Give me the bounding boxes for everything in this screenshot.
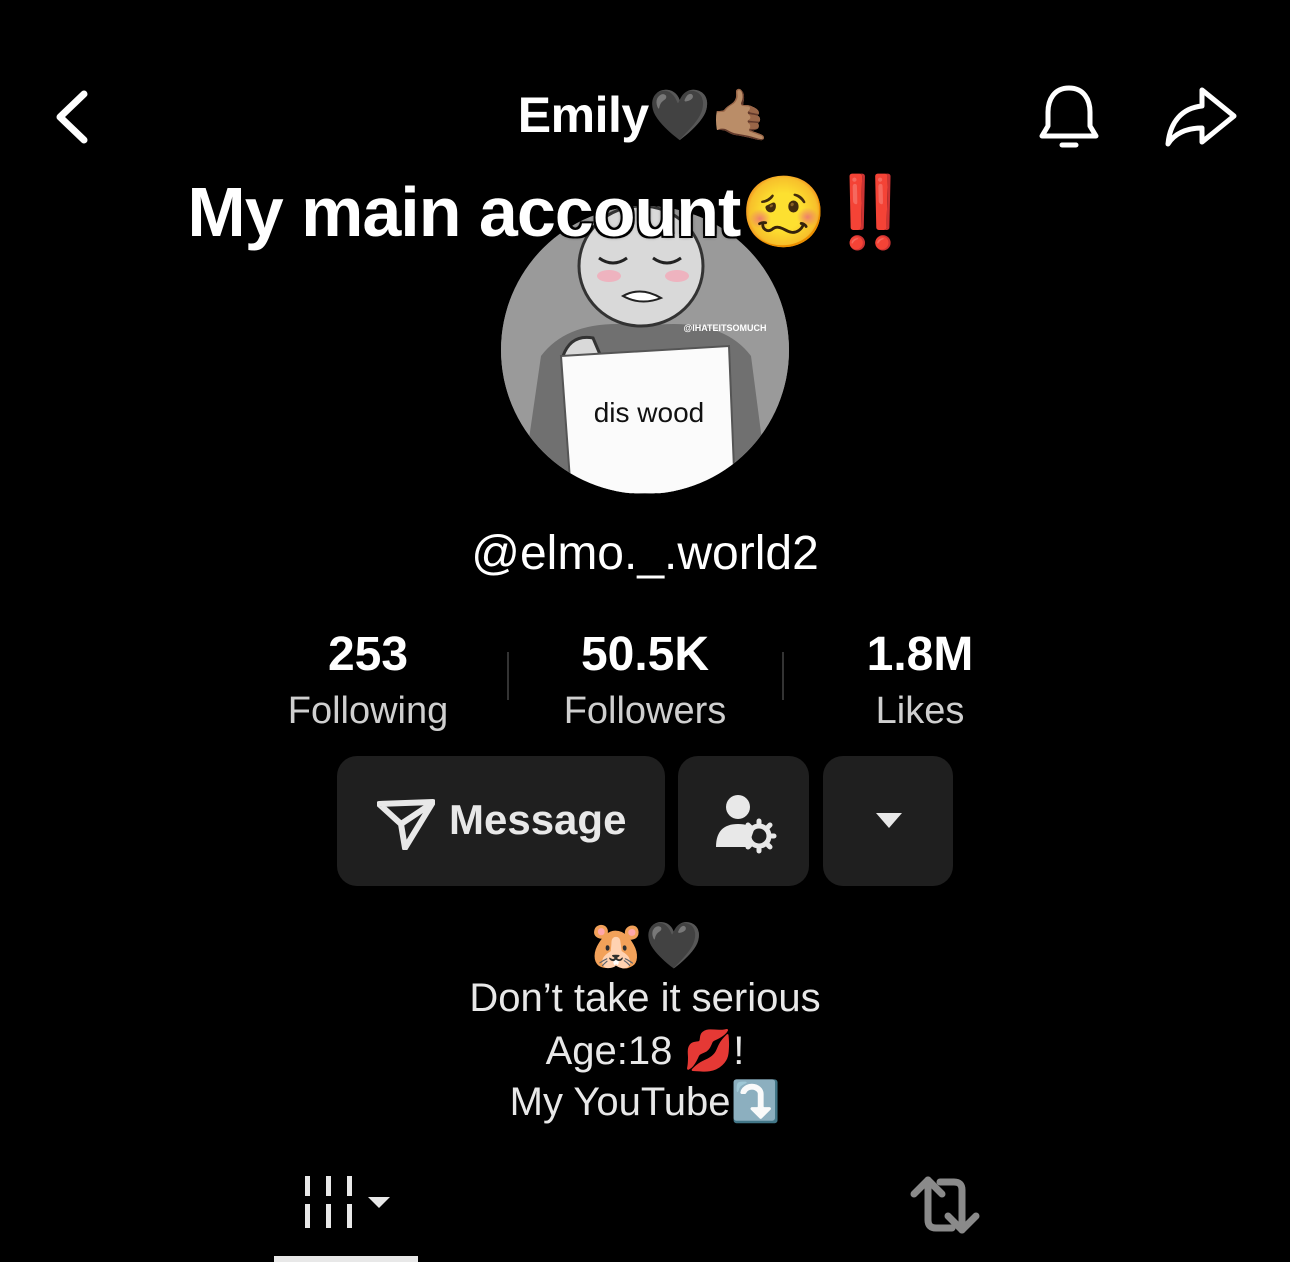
stat-value: 1.8M [866, 628, 974, 681]
notification-bell-button[interactable] [1034, 82, 1104, 152]
active-tab-indicator [274, 1256, 418, 1262]
stat-following[interactable]: 253 Following [238, 628, 498, 740]
message-button[interactable]: Message [337, 756, 665, 886]
stat-value: 253 [327, 628, 409, 681]
stat-value: 50.5K [580, 628, 710, 681]
profile-handle: @elmo._.world2 [471, 527, 819, 580]
tab-videos[interactable] [274, 1160, 418, 1262]
more-options-button[interactable] [823, 756, 953, 886]
repost-icon [910, 1176, 980, 1234]
video-grid-icon [305, 1176, 390, 1228]
bio-line-3: My YouTube⤵️ [509, 1080, 781, 1124]
caret-down-icon [876, 813, 902, 828]
stat-label: Followers [563, 690, 727, 732]
tab-reposts[interactable] [900, 1160, 990, 1250]
stat-label: Likes [875, 690, 965, 732]
bio-line-1: Don’t take it serious [469, 976, 821, 1020]
share-arrow-icon [1165, 87, 1237, 147]
stat-likes[interactable]: 1.8M Likes [790, 628, 1050, 740]
share-button[interactable] [1160, 82, 1240, 152]
sign-text: dis wood [594, 397, 705, 428]
follow-settings-button[interactable] [678, 756, 809, 886]
stat-followers[interactable]: 50.5K Followers [515, 628, 775, 740]
stat-divider [507, 652, 509, 700]
message-button-label: Message [449, 796, 627, 843]
bio-line-2: Age:18 💋! [545, 1029, 745, 1073]
stat-divider [782, 652, 784, 700]
stat-label: Following [287, 690, 449, 732]
avatar-watermark: @IHATEITSOMUCH [683, 323, 766, 333]
bio-emoji-line: 🐹🖤 [587, 919, 703, 971]
send-icon [377, 799, 435, 850]
overlay-caption: My main account🥴‼️ [187, 173, 913, 251]
person-gear-icon [716, 795, 777, 854]
bell-icon [1039, 85, 1099, 148]
